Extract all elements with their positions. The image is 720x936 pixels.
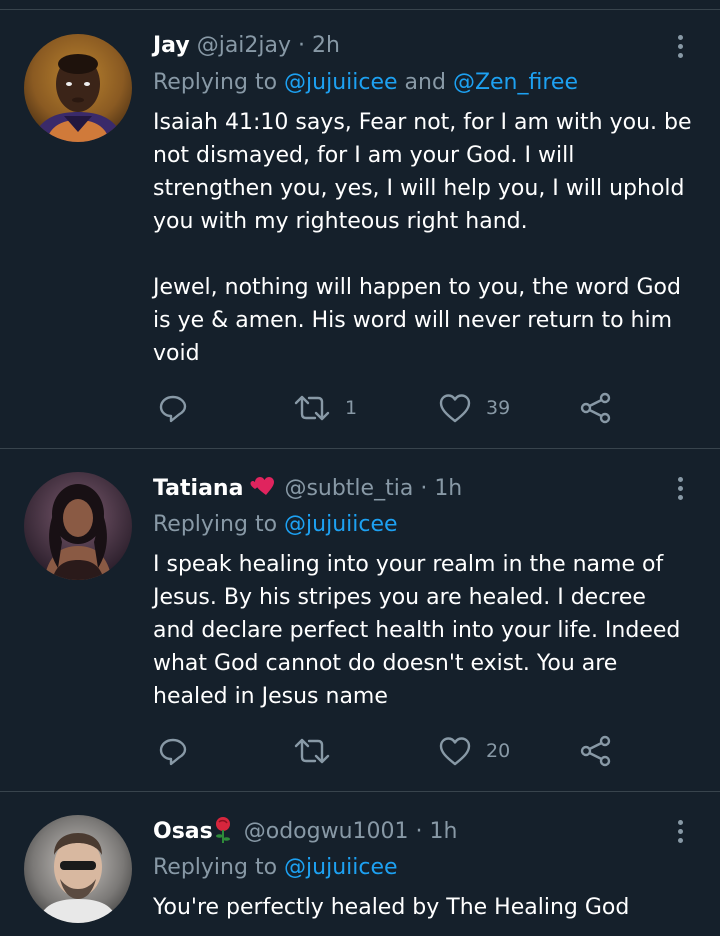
display-name[interactable]: Osas bbox=[153, 819, 213, 844]
display-name[interactable]: Tatiana bbox=[153, 476, 243, 501]
tweet-text: I speak healing into your realm in the n… bbox=[153, 552, 681, 709]
like-icon bbox=[439, 737, 471, 766]
timestamp[interactable]: 1h bbox=[434, 476, 462, 501]
replying-to: Replying to @jujuiicee bbox=[153, 853, 398, 883]
more-options-icon[interactable] bbox=[670, 818, 690, 846]
tweet-text: Isaiah 41:10 says, Fear not, for I am wi… bbox=[153, 110, 692, 366]
replying-to: Replying to @jujuiicee and @Zen_firee bbox=[153, 68, 578, 98]
retweet-count: 1 bbox=[345, 397, 358, 419]
replying-prefix: Replying to bbox=[153, 70, 285, 95]
avatar-osas[interactable] bbox=[24, 815, 132, 923]
mention-link[interactable]: @jujuiicee bbox=[284, 855, 398, 880]
reply-button[interactable] bbox=[157, 388, 189, 428]
user-handle[interactable]: @odogwu1001 bbox=[244, 819, 409, 844]
reply-button[interactable] bbox=[157, 731, 189, 771]
tweet-actions: 20 bbox=[153, 731, 623, 771]
mention-link[interactable]: @Zen_firee bbox=[453, 70, 578, 95]
more-options-icon[interactable] bbox=[670, 33, 690, 61]
tweet-divider bbox=[0, 448, 720, 449]
like-button[interactable]: 20 bbox=[438, 731, 510, 771]
user-handle[interactable]: @subtle_tia bbox=[284, 476, 413, 501]
like-button[interactable]: 39 bbox=[438, 388, 510, 428]
replying-prefix: Replying to bbox=[153, 855, 285, 880]
share-icon bbox=[580, 735, 611, 767]
timestamp[interactable]: 1h bbox=[430, 819, 458, 844]
retweet-icon bbox=[294, 738, 330, 764]
mention-link[interactable]: @jujuiicee bbox=[284, 512, 398, 537]
retweet-icon bbox=[294, 395, 330, 421]
two-hearts-emoji bbox=[249, 473, 277, 499]
user-handle[interactable]: @jai2jay bbox=[197, 33, 291, 58]
separator-dot: · bbox=[298, 33, 306, 58]
mention-link[interactable]: @jujuiicee bbox=[284, 70, 398, 95]
replying-and: and bbox=[397, 70, 453, 95]
separator-dot: · bbox=[420, 476, 428, 501]
top-divider bbox=[0, 9, 720, 10]
replying-to: Replying to @jujuiicee bbox=[153, 510, 398, 540]
replying-prefix: Replying to bbox=[153, 512, 285, 537]
tweet-text: You're perfectly healed by The Healing G… bbox=[153, 895, 630, 920]
reply-icon bbox=[159, 738, 187, 766]
avatar-jay[interactable] bbox=[24, 34, 132, 142]
tweet-header: Tatiana @subtle_tia · 1h bbox=[153, 473, 462, 503]
like-icon bbox=[439, 394, 471, 423]
share-icon bbox=[580, 392, 611, 424]
tweet-header: Osas @odogwu1001 · 1h bbox=[153, 816, 457, 846]
retweet-button[interactable] bbox=[293, 731, 345, 771]
share-button[interactable] bbox=[579, 388, 613, 428]
tweet-divider bbox=[0, 791, 720, 792]
like-count: 39 bbox=[486, 397, 511, 419]
more-options-icon[interactable] bbox=[670, 475, 690, 503]
reply-icon bbox=[159, 395, 187, 423]
retweet-button[interactable]: 1 bbox=[293, 388, 357, 428]
avatar-tatiana[interactable] bbox=[24, 472, 132, 580]
share-button[interactable] bbox=[579, 731, 613, 771]
separator-dot: · bbox=[415, 819, 423, 844]
like-count: 20 bbox=[486, 740, 511, 762]
rose-emoji bbox=[215, 816, 231, 844]
tweet-header: Jay @jai2jay · 2h bbox=[153, 31, 340, 61]
timestamp[interactable]: 2h bbox=[312, 33, 340, 58]
display-name[interactable]: Jay bbox=[153, 33, 190, 58]
tweet-actions: 1 39 bbox=[153, 388, 623, 428]
